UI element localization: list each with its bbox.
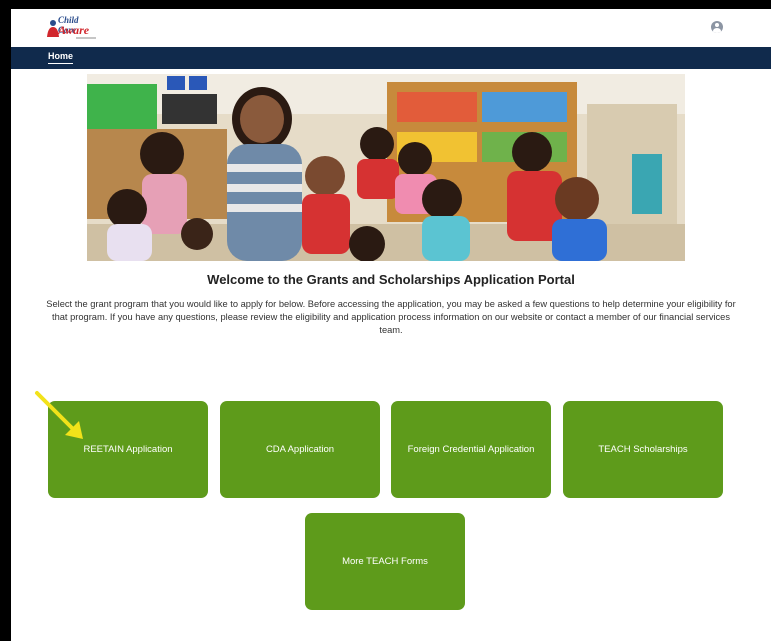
childcare-aware-logo[interactable]: Child Care Aware [46,14,98,42]
logo-text-aware: Aware [58,23,90,37]
logo-tagline [76,37,96,39]
intro-paragraph: Select the grant program that you would … [46,299,736,335]
yellow-arrow-annotation-icon [35,391,83,439]
nav-home-link[interactable]: Home [48,51,74,64]
nav-bar: Home [11,47,771,69]
more-teach-forms-button[interactable]: More TEACH Forms [305,513,465,610]
cda-application-button[interactable]: CDA Application [220,401,380,498]
teach-scholarships-button[interactable]: TEACH Scholarships [563,401,723,498]
page-title: Welcome to the Grants and Scholarships A… [207,272,575,287]
classroom-photo [87,74,685,261]
hero-image [87,74,685,261]
user-avatar-icon[interactable] [711,21,723,33]
foreign-credential-application-button[interactable]: Foreign Credential Application [391,401,551,498]
top-header: Child Care Aware [11,9,771,47]
browser-page: Child Care Aware Home Welcome to the Gra… [11,9,771,641]
